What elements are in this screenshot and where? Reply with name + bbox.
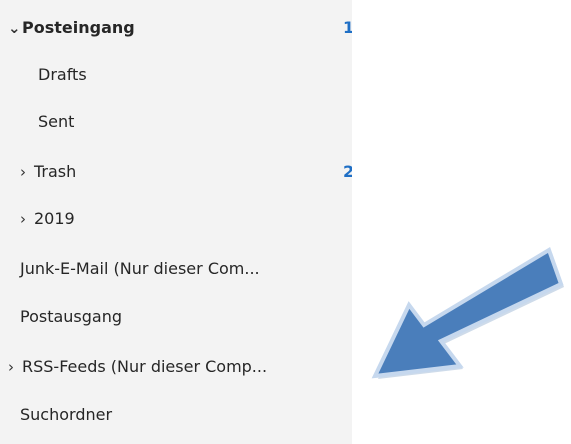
folder-label: Suchordner [20, 405, 113, 424]
folder-sent[interactable]: Sent [38, 105, 74, 139]
folder-drafts[interactable]: Drafts [38, 58, 87, 92]
unread-count: 2 [343, 162, 352, 181]
folder-label: RSS-Feeds (Nur dieser Comp... [22, 357, 268, 376]
folder-trash[interactable]: › Trash [20, 155, 76, 189]
folder-2019[interactable]: › 2019 [20, 202, 75, 236]
folder-junk-e-mail[interactable]: Junk-E-Mail (Nur dieser Com... [20, 252, 260, 286]
chevron-down-icon[interactable]: ⌄ [8, 11, 22, 45]
chevron-right-icon[interactable]: › [8, 350, 22, 384]
arrow-annotation-icon [355, 240, 570, 410]
folder-label: Drafts [38, 65, 87, 84]
folder-pane: ⌄Posteingang 1 Drafts Sent › Trash 2 › 201… [0, 0, 352, 444]
chevron-right-icon[interactable]: › [20, 155, 34, 189]
folder-label: 2019 [34, 209, 75, 228]
chevron-right-icon[interactable]: › [20, 202, 34, 236]
unread-count: 1 [343, 18, 352, 37]
folder-label: Sent [38, 112, 75, 131]
folder-posteingang[interactable]: ⌄Posteingang [8, 11, 135, 45]
folder-suchordner[interactable]: Suchordner [20, 398, 112, 432]
folder-label: Junk-E-Mail (Nur dieser Com... [20, 259, 260, 278]
folder-label: Postausgang [20, 307, 123, 326]
folder-rss-feeds[interactable]: › RSS-Feeds (Nur dieser Comp... [8, 350, 267, 384]
folder-label: Trash [34, 162, 77, 181]
folder-postausgang[interactable]: Postausgang [20, 300, 122, 334]
folder-label: Posteingang [22, 18, 135, 37]
